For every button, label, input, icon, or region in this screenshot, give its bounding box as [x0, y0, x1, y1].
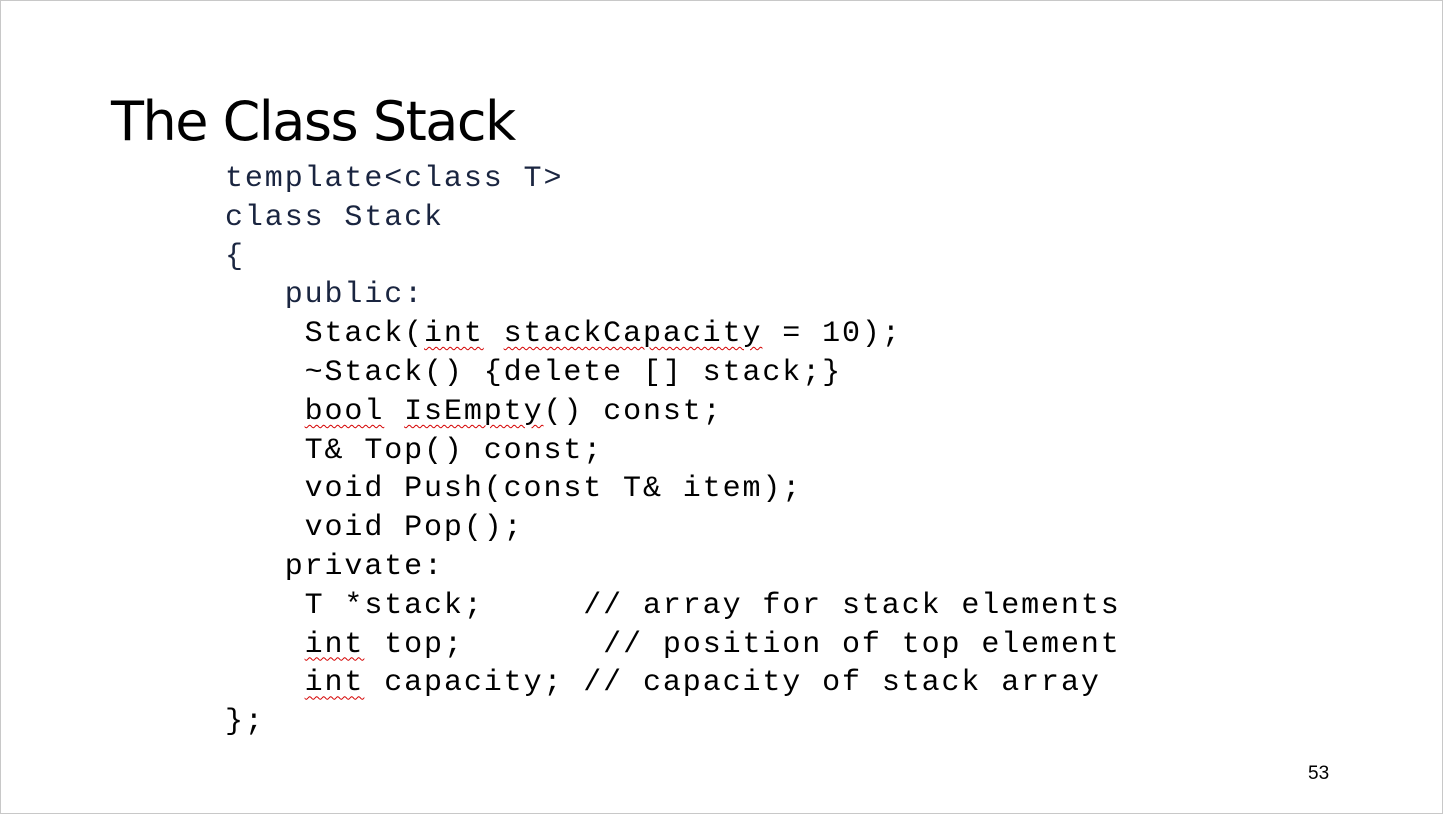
spellcheck-word-isempty: IsEmpty	[404, 394, 544, 429]
code-line-top: T& Top() const;	[225, 433, 604, 468]
code-fragment	[225, 628, 305, 662]
spellcheck-word-int: int	[424, 317, 484, 352]
slide: The Class Stack template<class T> class …	[0, 0, 1443, 814]
spellcheck-word-int: int	[304, 627, 365, 662]
code-block: template<class T> class Stack { public: …	[225, 160, 1121, 742]
code-line-constructor: Stack(int stackCapacity = 10);	[225, 315, 1121, 354]
code-fragment: () const;	[543, 394, 723, 429]
code-line-open-brace: {	[225, 239, 245, 274]
code-line-public-label: public:	[225, 278, 425, 313]
code-fragment: Stack(	[225, 317, 425, 352]
code-line-destructor: ~Stack() {delete [] stack;}	[225, 355, 842, 390]
code-fragment	[225, 666, 305, 700]
code-fragment: top; // position of top element	[364, 627, 1121, 662]
code-line-capacity-member: int capacity; // capacity of stack array	[225, 664, 1121, 703]
code-fragment: = 10);	[762, 317, 902, 352]
code-line-close-brace: };	[225, 705, 265, 740]
code-line-isempty: bool IsEmpty() const;	[225, 393, 1121, 432]
slide-title: The Class Stack	[111, 90, 516, 153]
code-line-pop: void Pop();	[225, 511, 524, 546]
code-fragment: capacity; // capacity of stack array	[364, 666, 1101, 701]
code-line-class-declaration: class Stack	[225, 200, 444, 235]
page-number: 53	[1308, 763, 1330, 784]
code-line-private-label: private:	[225, 549, 444, 584]
code-fragment	[225, 395, 305, 429]
spellcheck-word-int: int	[304, 666, 365, 701]
code-line-push: void Push(const T& item);	[225, 472, 803, 507]
code-fragment	[484, 317, 504, 351]
spellcheck-word-stackcapacity: stackCapacity	[503, 317, 763, 352]
code-fragment	[384, 395, 404, 429]
code-line-top-member: int top; // position of top element	[225, 626, 1121, 665]
code-line-template: template<class T>	[225, 162, 564, 196]
code-line-stack-member: T *stack; // array for stack elements	[225, 588, 1121, 623]
spellcheck-word-bool: bool	[304, 394, 385, 429]
